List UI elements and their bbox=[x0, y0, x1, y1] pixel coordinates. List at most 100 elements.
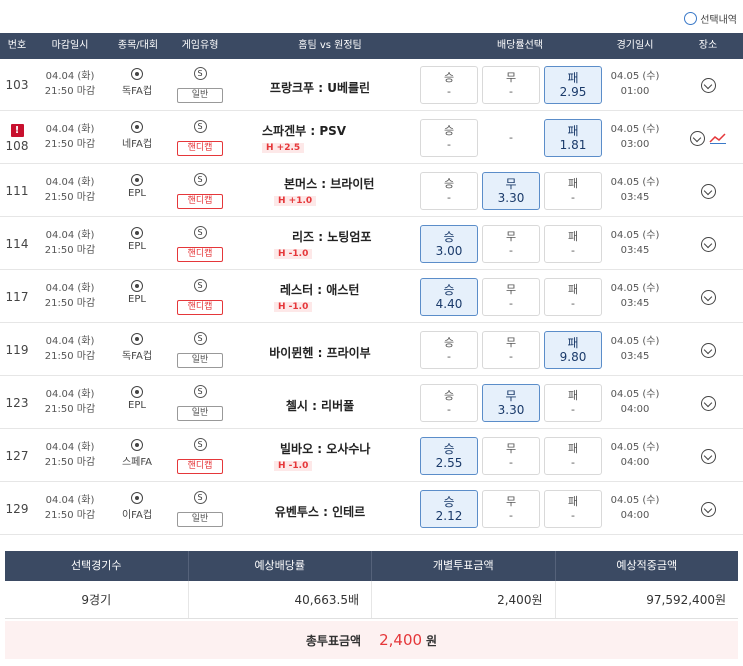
odds-loss-button[interactable]: 패- bbox=[544, 278, 602, 316]
individual-stake: 2,400원 bbox=[372, 581, 556, 618]
match-teams: 첼시 : 리버풀 bbox=[285, 399, 355, 413]
summary-count-header: 선택경기수 bbox=[5, 551, 189, 581]
odds-draw-button[interactable]: 무- bbox=[482, 331, 540, 369]
match-teams: 바이뮌헨 : 프라이부 bbox=[269, 346, 371, 360]
s-circle-icon: S bbox=[193, 438, 207, 451]
odds-draw-unavailable: - bbox=[509, 131, 513, 144]
col-date: 경기일시 bbox=[616, 40, 654, 51]
odds-win-button[interactable]: 승 4.40 bbox=[420, 278, 478, 316]
deadline-date: 04.04 (화) bbox=[45, 124, 95, 135]
venue-dropdown-icon[interactable] bbox=[700, 289, 716, 305]
match-time: 03:45 bbox=[620, 245, 650, 256]
bet-summary: 선택경기수 예상배당률 개별투표금액 예상적중금액 9경기 40,663.5배 … bbox=[5, 551, 738, 659]
deadline-time: 21:50 마감 bbox=[44, 351, 96, 362]
match-time: 04:00 bbox=[620, 457, 650, 468]
odds-loss-button[interactable]: 패- bbox=[544, 384, 602, 422]
odds-loss-button[interactable]: 패- bbox=[544, 225, 602, 263]
s-circle-icon: S bbox=[193, 173, 207, 186]
league-name: 이FA컵 bbox=[121, 510, 153, 521]
odds-win-button[interactable]: 승- bbox=[420, 172, 478, 210]
match-number: 129 bbox=[5, 502, 29, 516]
game-type-badge: 일반 bbox=[177, 512, 223, 527]
expected-odds: 40,663.5배 bbox=[189, 581, 372, 618]
game-type-badge: 핸디캡 bbox=[177, 141, 223, 156]
venue-dropdown-icon[interactable] bbox=[700, 501, 716, 517]
match-date: 04.05 (수) bbox=[610, 442, 660, 453]
deadline-date: 04.04 (화) bbox=[45, 495, 95, 506]
venue-dropdown-icon[interactable] bbox=[700, 448, 716, 464]
selection-toggle[interactable]: 선택내역 bbox=[684, 8, 737, 28]
odds-draw-button[interactable]: 무- bbox=[482, 225, 540, 263]
match-teams: 프랑크푸 : U베를린 bbox=[269, 81, 371, 95]
match-number: 103 bbox=[5, 78, 29, 92]
venue-dropdown-icon[interactable] bbox=[689, 130, 705, 146]
soccer-ball-icon bbox=[131, 439, 143, 451]
venue-dropdown-icon[interactable] bbox=[700, 77, 716, 93]
handicap-tag: H -1.0 bbox=[274, 302, 313, 312]
match-row: 114 04.04 (화) 21:50 마감 EPL S 핸디캡 리즈 : 노팅엄포… bbox=[0, 218, 743, 270]
odds-win-button[interactable]: 승- bbox=[420, 384, 478, 422]
odds-loss-button[interactable]: 패 9.80 bbox=[544, 331, 602, 369]
match-date: 04.05 (수) bbox=[610, 495, 660, 506]
selection-checkbox-icon[interactable] bbox=[684, 11, 698, 25]
match-teams: 리즈 : 노팅엄포 bbox=[292, 230, 372, 244]
s-circle-icon: S bbox=[193, 226, 207, 239]
summary-odds-header: 예상배당률 bbox=[189, 551, 372, 581]
venue-dropdown-icon[interactable] bbox=[700, 183, 716, 199]
alert-icon: ! bbox=[10, 123, 24, 137]
deadline-date: 04.04 (화) bbox=[45, 389, 95, 400]
match-teams: 빌바오 : 오사수나 bbox=[280, 442, 371, 456]
match-time: 03:45 bbox=[620, 192, 650, 203]
odds-draw-button[interactable]: 무 3.30 bbox=[482, 384, 540, 422]
match-number: 123 bbox=[5, 396, 29, 410]
match-date: 04.05 (수) bbox=[610, 230, 660, 241]
match-date: 04.05 (수) bbox=[610, 124, 660, 135]
odds-win-button[interactable]: 승- bbox=[420, 331, 478, 369]
match-number: 114 bbox=[5, 237, 29, 251]
league-name: EPL bbox=[128, 241, 146, 252]
odds-loss-button[interactable]: 패- bbox=[544, 490, 602, 528]
odds-win-button[interactable]: 승 2.12 bbox=[420, 490, 478, 528]
trend-chart-icon[interactable] bbox=[708, 132, 727, 144]
venue-dropdown-icon[interactable] bbox=[700, 236, 716, 252]
venue-dropdown-icon[interactable] bbox=[700, 342, 716, 358]
match-teams: 본머스 : 브라이턴 bbox=[284, 177, 375, 191]
odds-win-button[interactable]: 승- bbox=[420, 66, 478, 104]
odds-loss-button[interactable]: 패 2.95 bbox=[544, 66, 602, 104]
odds-draw-button[interactable]: 무- bbox=[482, 437, 540, 475]
soccer-ball-icon bbox=[131, 280, 143, 292]
game-type-badge: 핸디캡 bbox=[177, 194, 223, 209]
match-number: 111 bbox=[5, 184, 29, 198]
match-date: 04.05 (수) bbox=[610, 336, 660, 347]
soccer-ball-icon bbox=[131, 227, 143, 239]
match-time: 03:45 bbox=[620, 298, 650, 309]
odds-win-button[interactable]: 승 3.00 bbox=[420, 225, 478, 263]
deadline-time: 21:50 마감 bbox=[44, 298, 96, 309]
odds-loss-button[interactable]: 패- bbox=[544, 172, 602, 210]
match-row: 111 04.04 (화) 21:50 마감 EPL S 핸디캡 본머스 : 브라이… bbox=[0, 165, 743, 217]
deadline-time: 21:50 마감 bbox=[44, 404, 96, 415]
league-name: EPL bbox=[128, 294, 146, 305]
game-type-badge: 핸디캡 bbox=[177, 300, 223, 315]
odds-draw-button[interactable]: 무- bbox=[482, 490, 540, 528]
odds-draw-button[interactable]: 무- bbox=[482, 66, 540, 104]
soccer-ball-icon bbox=[131, 492, 143, 504]
total-stake-label: 총투표금액 bbox=[305, 633, 362, 648]
soccer-ball-icon bbox=[131, 121, 143, 133]
odds-draw-button[interactable]: 무- bbox=[482, 278, 540, 316]
deadline-date: 04.04 (화) bbox=[45, 230, 95, 241]
deadline-time: 21:50 마감 bbox=[44, 457, 96, 468]
handicap-tag: H +1.0 bbox=[274, 196, 317, 206]
odds-loss-button[interactable]: 패 1.81 bbox=[544, 119, 602, 157]
match-teams: 유벤투스 : 인테르 bbox=[274, 505, 366, 519]
odds-loss-button[interactable]: 패- bbox=[544, 437, 602, 475]
odds-win-button[interactable]: 승 2.55 bbox=[420, 437, 478, 475]
match-time: 03:00 bbox=[620, 139, 650, 150]
expected-payout: 97,592,400원 bbox=[646, 593, 726, 607]
soccer-ball-icon bbox=[131, 333, 143, 345]
selection-toggle-label: 선택내역 bbox=[700, 14, 737, 26]
venue-dropdown-icon[interactable] bbox=[700, 395, 716, 411]
match-number: 117 bbox=[5, 290, 29, 304]
odds-win-button[interactable]: 승- bbox=[420, 119, 478, 157]
odds-draw-button[interactable]: 무 3.30 bbox=[482, 172, 540, 210]
